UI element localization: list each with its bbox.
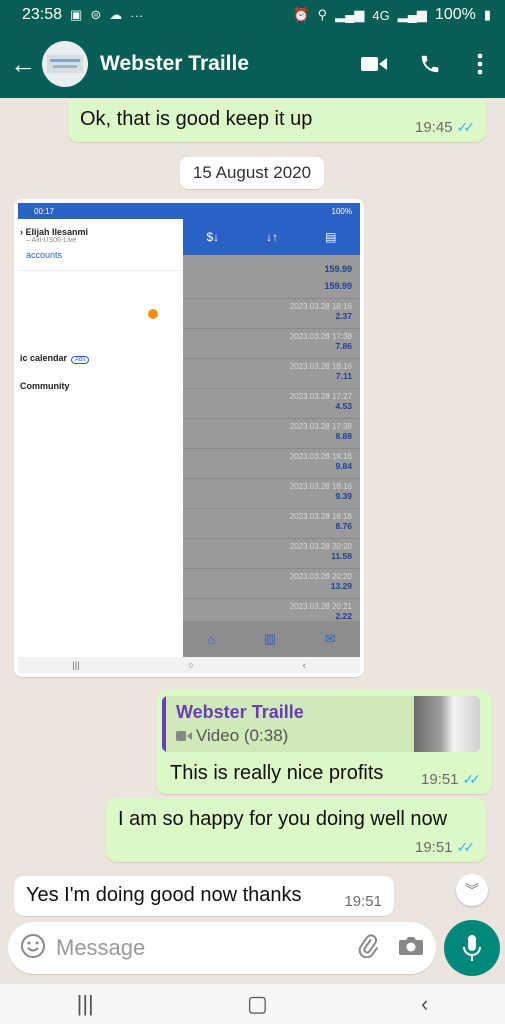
screenshot-history-row: 2023.03.28 17:27 4.53: [183, 389, 360, 419]
read-receipt-icon: ✓✓: [456, 119, 476, 135]
screenshot-nav: ||| ○ ‹: [18, 657, 360, 673]
screenshot-status-bar: 00:17 100%: [18, 203, 360, 219]
chat-header: ← Webster Traille: [0, 30, 505, 98]
message-text: Ok, that is good keep it up: [80, 108, 313, 130]
gallery-icon: ▣: [70, 7, 83, 22]
alarm-icon: ⏰: [293, 7, 310, 22]
recent-apps-icon[interactable]: |||: [77, 991, 94, 1017]
quoted-message[interactable]: Webster Traille Video (0:38): [162, 696, 480, 752]
avatar-image-icon: [47, 55, 83, 73]
video-icon: [176, 731, 192, 741]
screenshot-bottom-tabs: ⌂ ▥ ✉: [183, 621, 360, 657]
status-time: 23:58: [22, 6, 63, 23]
screenshot-battery: 100%: [331, 206, 352, 216]
camera-icon[interactable]: [398, 935, 424, 962]
message-text: Yes I'm doing good now thanks: [26, 884, 302, 906]
screenshot-history-row: 2023.03.28 18:16 9.84: [183, 449, 360, 479]
microphone-icon: [463, 935, 481, 961]
location-icon: ⚲: [317, 7, 328, 22]
screenshot-history-row: 2023.03.28 20:20 11.58: [183, 539, 360, 569]
screenshot-history-row: 2023.03.28 17:38 8.88: [183, 419, 360, 449]
message-composer: [8, 922, 436, 974]
system-nav-bar: ||| ▢ ‹: [0, 984, 505, 1024]
quote-accent-bar: [162, 696, 166, 752]
screenshot-side-menu: › Elijah Ilesanmi – Axi-US06-Live accoun…: [18, 219, 183, 657]
screenshot-menu-community: Community: [20, 381, 70, 391]
nav-back-icon[interactable]: ‹: [421, 991, 428, 1017]
message-time: 19:45: [414, 119, 453, 136]
signal-icon: ▂▄▆: [335, 7, 365, 22]
screenshot-user: › Elijah Ilesanmi: [20, 227, 89, 237]
message-input[interactable]: [56, 935, 356, 961]
message-text: This is really nice profits: [170, 762, 384, 784]
more-notifications-icon: ···: [130, 7, 144, 23]
video-call-icon[interactable]: [359, 49, 389, 79]
contact-name[interactable]: Webster Traille: [100, 52, 333, 76]
shared-screenshot[interactable]: 00:17 100% › Elijah Ilesanmi – Axi-US06-…: [18, 203, 360, 673]
battery-icon: ▮: [483, 7, 491, 22]
cloud-icon: ☁: [109, 7, 123, 22]
screenshot-history-list: $↓ ↓↑ ▤ 159.99 159.99 2023.03.28 18:16 2.37…: [183, 219, 360, 657]
quoted-author: Webster Traille: [176, 702, 304, 722]
message-time: 19:51: [414, 839, 453, 856]
home-icon[interactable]: ▢: [247, 991, 268, 1017]
screenshot-time: 00:17: [34, 206, 55, 216]
screenshot-history-row: 2023.03.28 17:38 7.86: [183, 329, 360, 359]
network-type: 4G: [372, 7, 390, 23]
screenshot-accounts-link: accounts: [18, 244, 183, 271]
battery-percent: 100%: [434, 6, 476, 23]
screenshot-account: – Axi-US06-Live: [26, 237, 77, 244]
message-outgoing[interactable]: Ok, that is good keep it up 19:45 ✓✓: [68, 100, 486, 142]
message-time: 19:51: [420, 771, 459, 788]
voice-call-icon[interactable]: [415, 49, 445, 79]
attach-icon[interactable]: [356, 933, 380, 963]
back-arrow-icon[interactable]: ←: [10, 49, 36, 80]
video-thumbnail: [414, 696, 480, 752]
signal-icon-2: ▂▄▆: [397, 7, 427, 22]
screenshot-history-row: 2023.03.28 18:16 2.37: [183, 299, 360, 329]
quoted-subtitle: Video (0:38): [176, 726, 288, 746]
screenshot-menu-calendar: ic calendar Ads: [20, 353, 90, 364]
image-message[interactable]: 00:17 100% › Elijah Ilesanmi – Axi-US06-…: [14, 199, 364, 677]
screenshot-toolbar: $↓ ↓↑ ▤: [183, 219, 360, 255]
screenshot-badge: [148, 309, 158, 319]
message-incoming[interactable]: Yes I'm doing good now thanks 19:51: [14, 876, 394, 916]
message-time: 19:51: [344, 893, 382, 910]
status-bar: 23:58 ▣ ⊜ ☁ ··· ⏰ ⚲ ▂▄▆ 4G ▂▄▆ 100% ▮: [0, 0, 505, 30]
read-receipt-icon: ✓✓: [462, 771, 482, 787]
message-reply-outgoing[interactable]: Webster Traille Video (0:38) This is rea…: [156, 690, 492, 794]
screenshot-history-row: 2023.03.28 20:20 13.29: [183, 569, 360, 599]
message-outgoing[interactable]: I am so happy for you doing well now 19:…: [106, 798, 486, 862]
message-meta: 19:51 ✓✓: [414, 839, 476, 856]
screenshot-history-row: 2023.03.28 18:16 8.76: [183, 509, 360, 539]
scroll-to-bottom-button[interactable]: ︾: [456, 874, 488, 906]
screenshot-history-row: 2023.03.28 18:16 7.11: [183, 359, 360, 389]
contact-avatar[interactable]: [42, 41, 88, 87]
read-receipt-icon: ✓✓: [456, 839, 476, 855]
message-meta: 19:51 ✓✓: [420, 771, 482, 788]
sync-icon: ⊜: [90, 7, 102, 22]
screenshot-history-row: 2023.03.28 18:16 9.39: [183, 479, 360, 509]
message-meta: 19:51: [344, 893, 382, 910]
more-options-icon[interactable]: [465, 49, 495, 79]
message-meta: 19:45 ✓✓: [414, 119, 476, 136]
message-text: I am so happy for you doing well now: [118, 808, 448, 830]
screenshot-totals: 159.99 159.99: [183, 255, 360, 299]
emoji-icon[interactable]: [20, 933, 46, 964]
voice-message-button[interactable]: [444, 920, 500, 976]
date-divider: 15 August 2020: [180, 157, 324, 189]
